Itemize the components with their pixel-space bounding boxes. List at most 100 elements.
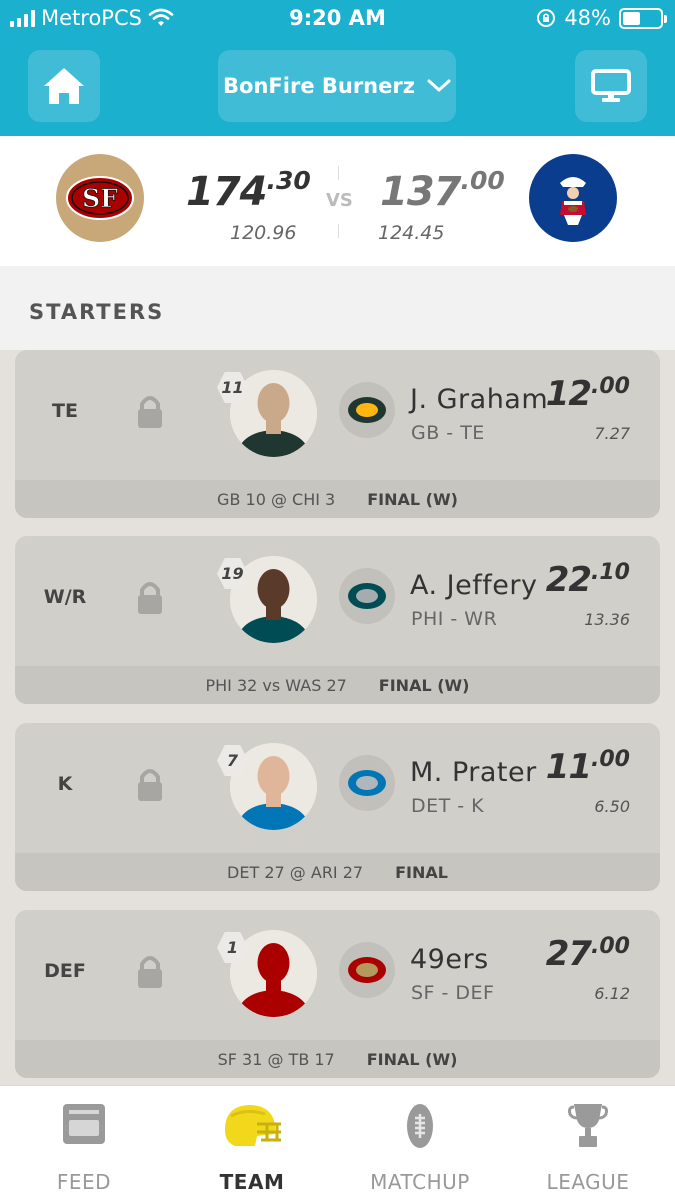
my-score-int: 174 <box>186 169 267 215</box>
battery-group: 48% <box>536 6 667 30</box>
opponent-score: 137.00 <box>380 166 505 215</box>
game-result: FINAL (W) <box>378 675 470 695</box>
my-team-logo[interactable]: SF <box>56 154 144 242</box>
player-name[interactable]: A. Jeffery <box>410 570 537 601</box>
tab-league[interactable]: LEAGUE <box>504 1086 672 1200</box>
player-projected: 6.12 <box>594 984 630 1003</box>
orientation-lock-icon <box>537 9 556 27</box>
top-nav: BonFire Burnerz <box>0 38 675 136</box>
chevron-down-icon <box>427 79 451 92</box>
game-status-row: DET 27 @ ARI 27 FINAL <box>15 853 660 891</box>
player-points: 22.10 <box>546 560 630 600</box>
position-label: DEF <box>44 960 86 982</box>
tab-feed[interactable]: FEED <box>0 1086 168 1200</box>
battery-icon <box>619 7 667 29</box>
position-label: W/R <box>43 586 87 608</box>
divider <box>338 166 339 180</box>
points-int: 27 <box>545 934 592 974</box>
my-score-dec: .30 <box>266 166 311 195</box>
svg-text:SF: SF <box>82 184 118 213</box>
player-points: 11.00 <box>546 747 630 787</box>
position-label: K <box>57 773 73 795</box>
home-icon <box>44 68 84 104</box>
matchup-header[interactable]: SF 174.30 120.96 VS 137.00 124.45 <box>0 136 675 266</box>
player-name[interactable]: M. Prater <box>410 757 537 788</box>
player-name[interactable]: 49ers <box>410 944 489 975</box>
player-projected: 7.27 <box>594 424 630 443</box>
player-points: 12.00 <box>546 374 630 414</box>
points-int: 11 <box>545 747 592 787</box>
player-name[interactable]: J. Graham <box>410 384 548 415</box>
points-int: 12 <box>545 374 592 414</box>
points-int: 22 <box>545 560 592 600</box>
player-team-position: GB - TE <box>411 422 485 444</box>
bottom-tab-bar: FEED TEAM MATCHUP LEAGUE <box>0 1085 675 1200</box>
game-score: SF 31 @ TB 17 <box>217 1049 335 1069</box>
tab-matchup[interactable]: MATCHUP <box>336 1086 504 1200</box>
points-dec: .10 <box>591 560 630 585</box>
feed-icon <box>63 1104 105 1144</box>
opponent-team-logo[interactable] <box>529 154 617 242</box>
player-team-position: PHI - WR <box>411 608 498 630</box>
lock-icon[interactable] <box>135 767 165 803</box>
tab-team[interactable]: TEAM <box>168 1086 336 1200</box>
monitor-icon <box>591 69 631 102</box>
status-bar: MetroPCS 9:20 AM 48% <box>0 0 675 38</box>
game-score: DET 27 @ ARI 27 <box>227 862 364 882</box>
player-card[interactable]: K 7 M. Prater DET - K 11.00 6.50 DET 27 … <box>15 723 660 891</box>
player-projected: 13.36 <box>584 610 630 629</box>
team-badge <box>339 568 395 624</box>
starters-header: STARTERS <box>0 266 675 350</box>
my-team-score: 174.30 <box>186 166 311 215</box>
game-result: FINAL (W) <box>367 489 458 509</box>
live-view-button[interactable] <box>575 50 647 122</box>
game-status-row: GB 10 @ CHI 3 FINAL (W) <box>15 480 660 518</box>
tab-team-label: TEAM <box>219 1170 285 1194</box>
opp-score-dec: .00 <box>460 166 505 195</box>
player-projected: 6.50 <box>594 797 630 816</box>
opponent-projected: 124.45 <box>378 222 445 244</box>
49ers-logo-icon <box>348 957 386 983</box>
49ers-logo-icon: SF <box>66 176 134 220</box>
home-button[interactable] <box>28 50 100 122</box>
points-dec: .00 <box>591 747 630 772</box>
lock-icon[interactable] <box>135 394 165 430</box>
game-status-row: SF 31 @ TB 17 FINAL (W) <box>15 1040 660 1078</box>
team-selector-label: BonFire Burnerz <box>223 74 415 98</box>
starters-title: STARTERS <box>29 300 165 324</box>
opp-score-int: 137 <box>380 169 461 215</box>
tab-league-label: LEAGUE <box>546 1170 630 1194</box>
player-card[interactable]: DEF 1 49ers SF - DEF 27.00 6.12 SF 31 @ … <box>15 910 660 1078</box>
game-score: GB 10 @ CHI 3 <box>217 489 336 509</box>
game-result: FINAL (W) <box>366 1049 458 1069</box>
team-badge <box>339 382 395 438</box>
team-selector[interactable]: BonFire Burnerz <box>218 50 456 122</box>
patriots-logo-icon <box>539 164 607 232</box>
team-badge <box>339 942 395 998</box>
position-label: TE <box>52 400 78 422</box>
player-points: 27.00 <box>546 934 630 974</box>
battery-percent: 48% <box>564 6 611 30</box>
player-team-position: DET - K <box>411 795 485 817</box>
lock-icon[interactable] <box>135 580 165 616</box>
vs-label: VS <box>326 190 353 211</box>
trophy-icon <box>568 1104 608 1147</box>
tab-matchup-label: MATCHUP <box>370 1170 470 1194</box>
packers-logo-icon <box>348 397 386 423</box>
helmet-icon <box>225 1105 281 1146</box>
game-status-row: PHI 32 vs WAS 27 FINAL (W) <box>15 666 660 704</box>
my-team-projected: 120.96 <box>230 222 297 244</box>
points-dec: .00 <box>591 374 630 399</box>
points-dec: .00 <box>591 934 630 959</box>
game-score: PHI 32 vs WAS 27 <box>205 675 347 695</box>
player-card[interactable]: W/R 19 A. Jeffery PHI - WR 22.10 13.36 P… <box>15 536 660 704</box>
divider <box>338 224 339 238</box>
lock-icon[interactable] <box>135 954 165 990</box>
eagles-logo-icon <box>348 583 386 609</box>
player-card[interactable]: TE 11 J. Graham GB - TE 12.00 7.27 GB 10… <box>15 350 660 518</box>
team-badge <box>339 755 395 811</box>
football-icon <box>407 1104 433 1148</box>
game-result: FINAL <box>395 862 448 882</box>
player-team-position: SF - DEF <box>411 982 495 1004</box>
tab-feed-label: FEED <box>56 1170 112 1194</box>
